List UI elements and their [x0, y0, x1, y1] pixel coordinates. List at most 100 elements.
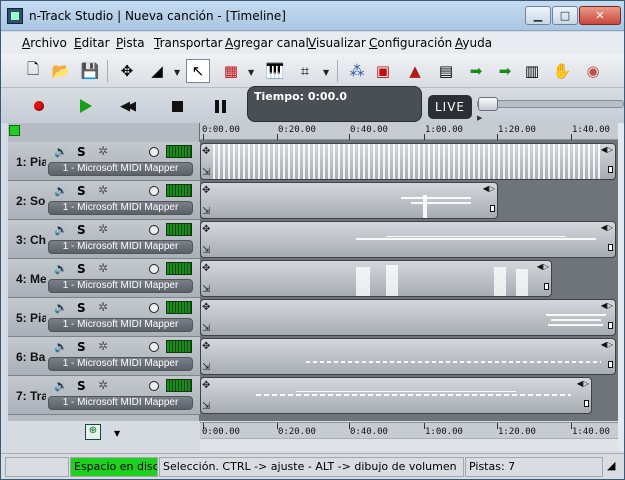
fx-icon[interactable]: ✲	[98, 300, 108, 314]
position-slider-handle[interactable]	[478, 97, 498, 111]
select-pointer-icon[interactable]: ↖	[186, 59, 210, 83]
track-lane[interactable]: ✥ ⇲ ◀▷	[200, 142, 618, 181]
clip-end-handle[interactable]	[544, 283, 549, 290]
timeline-ruler-bottom[interactable]: 0:00.00 0:20.00 0:40.00 1:00.00 1:20.00 …	[200, 422, 618, 439]
vertical-scrollbar[interactable]	[618, 123, 624, 451]
resize-icon[interactable]: ⇲	[202, 206, 210, 217]
menu-pista[interactable]: Pista	[116, 36, 145, 50]
rewind-button[interactable]: ◀◀	[115, 95, 137, 117]
arm-record-button[interactable]	[149, 147, 159, 157]
clip-end-handle[interactable]	[608, 166, 613, 173]
resize-icon[interactable]: ⇲	[202, 167, 210, 178]
track-name[interactable]: 5: Piano	[16, 311, 46, 325]
clip-end-handle[interactable]	[608, 322, 613, 329]
add-track-button[interactable]: ⊕	[85, 424, 101, 440]
menu-editar[interactable]: Editar	[74, 36, 110, 50]
midi-clip[interactable]: ✥ ⇲ ◀▷	[200, 143, 616, 180]
track-lane[interactable]: ✥ ⇲ ◀▷	[200, 376, 618, 415]
clip-volume-icon[interactable]: ◀▷	[537, 262, 549, 271]
speaker-icon[interactable]: 🔊	[54, 301, 68, 314]
arm-record-button[interactable]	[149, 225, 159, 235]
move-icon[interactable]: ✥	[115, 59, 139, 83]
resize-icon[interactable]: ⇲	[202, 284, 210, 295]
speaker-icon[interactable]: 🔊	[54, 379, 68, 392]
move-icon[interactable]: ✥	[202, 224, 210, 235]
resize-icon[interactable]: ⇲	[202, 323, 210, 334]
save-icon[interactable]: 💾	[78, 59, 102, 83]
clip-end-handle[interactable]	[608, 361, 613, 368]
fx-icon[interactable]: ✲	[98, 339, 108, 353]
midi-clip[interactable]: ✥ ⇲ ◀▷	[200, 377, 592, 414]
solo-button[interactable]: S	[77, 184, 86, 198]
solo-button[interactable]: S	[77, 340, 86, 354]
move-icon[interactable]: ✥	[202, 185, 210, 196]
menu-archivo[interactable]: Archivo	[22, 36, 67, 50]
spectrum-icon[interactable]: ▥	[520, 59, 544, 83]
arm-record-button[interactable]	[149, 303, 159, 313]
clip-volume-icon[interactable]: ◀▷	[601, 223, 613, 232]
play-button[interactable]	[75, 95, 97, 117]
track-name[interactable]: 1: Piano	[16, 155, 46, 169]
track-name[interactable]: 4: Melody	[16, 272, 46, 286]
arm-record-button[interactable]	[149, 342, 159, 352]
hand-icon[interactable]: ✋	[550, 59, 574, 83]
move-icon[interactable]: ✥	[202, 380, 210, 391]
speaker-icon[interactable]: 🔊	[54, 223, 68, 236]
move-icon[interactable]: ✥	[202, 341, 210, 352]
fx-icon[interactable]: ✲	[98, 378, 108, 392]
add-track-icon[interactable]: ➡	[464, 59, 488, 83]
record-track-icon[interactable]: ➡	[493, 59, 517, 83]
clip-volume-icon[interactable]: ◀▷	[601, 301, 613, 310]
new-file-icon[interactable]: 🗋	[21, 59, 45, 83]
midi-device-select[interactable]: 1 - Microsoft MIDI Mapper	[48, 357, 193, 371]
network-icon[interactable]: ⁂	[345, 59, 369, 83]
chevron-down-icon[interactable]: ▼	[248, 68, 254, 77]
midi-clip[interactable]: ✥ ⇲ ◀▷	[200, 260, 552, 297]
midi-device-select[interactable]: 1 - Microsoft MIDI Mapper	[48, 318, 193, 332]
speaker-icon[interactable]: 🔊	[54, 340, 68, 353]
midi-clip[interactable]: ✥ ⇲ ◀▷	[200, 182, 498, 219]
solo-button[interactable]: S	[77, 379, 86, 393]
mixer-icon[interactable]: ▤	[434, 59, 458, 83]
maximize-button[interactable]: □	[552, 6, 578, 25]
track-lane[interactable]: ✥ ⇲ ◀▷	[200, 181, 618, 220]
clip-volume-icon[interactable]: ◀▷	[577, 379, 589, 388]
speaker-icon[interactable]: 🔊	[54, 145, 68, 158]
horizontal-scrollbar[interactable]	[200, 438, 618, 451]
chevron-down-icon[interactable]: ▼	[114, 429, 120, 438]
loop-region-icon[interactable]: ▦	[219, 59, 243, 83]
minimize-button[interactable]: ▁	[525, 6, 551, 25]
arm-record-button[interactable]	[149, 381, 159, 391]
track-name[interactable]: 3: Choir	[16, 233, 46, 247]
open-folder-icon[interactable]: 📂	[49, 59, 73, 83]
chevron-down-icon[interactable]: ▼	[174, 68, 180, 77]
track-lane[interactable]: ✥ ⇲ ◀▷	[200, 259, 618, 298]
midi-device-select[interactable]: 1 - Microsoft MIDI Mapper	[48, 279, 193, 293]
speaker-icon[interactable]: 🔊	[54, 262, 68, 275]
midi-clip[interactable]: ✥ ⇲ ◀▷	[200, 299, 616, 336]
menu-transportar[interactable]: Transportar	[154, 36, 223, 50]
move-icon[interactable]: ✥	[202, 302, 210, 313]
clip-end-handle[interactable]	[490, 205, 495, 212]
clip-end-handle[interactable]	[584, 400, 589, 407]
pause-button[interactable]	[209, 95, 231, 117]
fx-icon[interactable]: ✲	[98, 222, 108, 236]
timeline-ruler[interactable]: 0:00.00 0:20.00 0:40.00 1:00.00 1:20.00 …	[200, 123, 618, 140]
solo-button[interactable]: S	[77, 223, 86, 237]
arm-record-button[interactable]	[149, 264, 159, 274]
menu-agregar-canal[interactable]: Agregar canal	[225, 36, 309, 50]
fx-icon[interactable]: ✲	[98, 144, 108, 158]
clip-volume-icon[interactable]: ◀▷	[601, 340, 613, 349]
clip-end-handle[interactable]	[608, 244, 613, 251]
chevron-down-icon[interactable]: ▼	[323, 68, 329, 77]
move-icon[interactable]: ✥	[202, 146, 210, 157]
clip-volume-icon[interactable]: ◀▷	[483, 184, 495, 193]
midi-clip[interactable]: ✥ ⇲ ◀▷	[200, 338, 616, 375]
solo-button[interactable]: S	[77, 262, 86, 276]
volume-ramp-icon[interactable]: ◢	[145, 59, 169, 83]
resize-icon[interactable]: ⇲	[202, 362, 210, 373]
midi-clip[interactable]: ✥ ⇲ ◀▷	[200, 221, 616, 258]
resize-icon[interactable]: ⇲	[202, 401, 210, 412]
stop-button[interactable]	[166, 95, 188, 117]
cd-burn-icon[interactable]: ◉	[581, 59, 605, 83]
